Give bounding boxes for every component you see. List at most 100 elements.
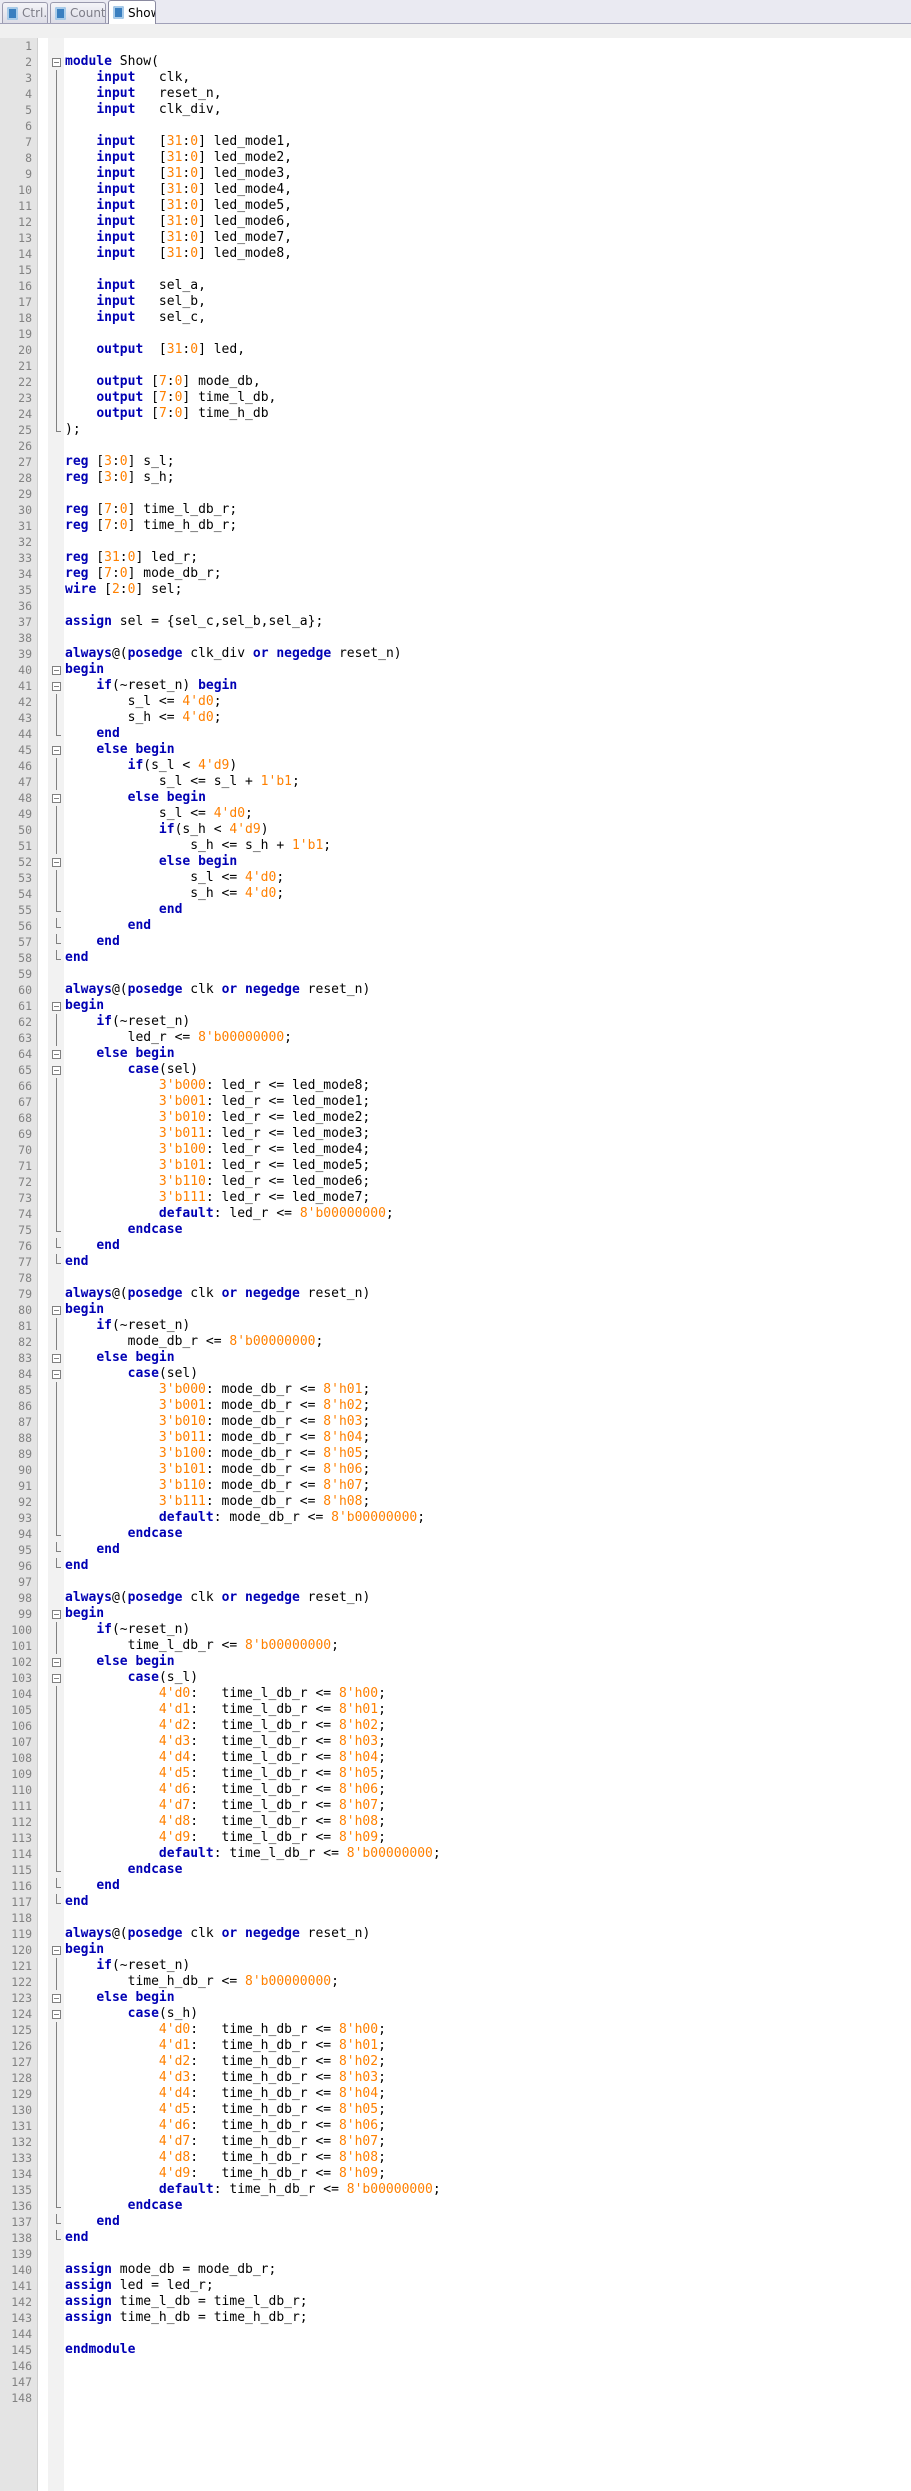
- code-text[interactable]: input [31:0] led_mode7,: [65, 230, 292, 246]
- code-line[interactable]: 67 3'b001: led_r <= led_mode1;: [0, 1094, 911, 1110]
- code-line[interactable]: 92 3'b111: mode_db_r <= 8'h08;: [0, 1494, 911, 1510]
- code-line[interactable]: 21: [0, 358, 911, 374]
- code-text[interactable]: always@(posedge clk or negedge reset_n): [65, 1590, 370, 1606]
- code-line[interactable]: 119 always@(posedge clk or negedge reset_…: [0, 1926, 911, 1942]
- code-line[interactable]: 7 input [31:0] led_mode1,: [0, 134, 911, 150]
- code-line[interactable]: 38: [0, 630, 911, 646]
- code-line[interactable]: 118: [0, 1910, 911, 1926]
- code-text[interactable]: begin: [65, 1606, 104, 1622]
- code-line[interactable]: 111 4'd7: time_l_db_r <= 8'h07;: [0, 1798, 911, 1814]
- code-line[interactable]: 87 3'b010: mode_db_r <= 8'h03;: [0, 1414, 911, 1430]
- code-line[interactable]: 79 always@(posedge clk or negedge reset_n…: [0, 1286, 911, 1302]
- code-line[interactable]: 41 if(~reset_n) begin: [0, 678, 911, 694]
- code-line[interactable]: 93 default: mode_db_r <= 8'b00000000;: [0, 1510, 911, 1526]
- code-text[interactable]: 4'd9: time_l_db_r <= 8'h09;: [65, 1830, 386, 1846]
- code-text[interactable]: time_l_db_r <= 8'b00000000;: [65, 1638, 339, 1654]
- code-line[interactable]: 62 if(~reset_n): [0, 1014, 911, 1030]
- code-line[interactable]: 31 reg [7:0] time_h_db_r;: [0, 518, 911, 534]
- fold-toggle-icon[interactable]: [48, 790, 64, 806]
- code-text[interactable]: input [31:0] led_mode2,: [65, 150, 292, 166]
- code-line[interactable]: 145 endmodule: [0, 2342, 911, 2358]
- code-line[interactable]: 69 3'b011: led_r <= led_mode3;: [0, 1126, 911, 1142]
- code-text[interactable]: reg [3:0] s_h;: [65, 470, 175, 486]
- code-text[interactable]: 3'b000: mode_db_r <= 8'h01;: [65, 1382, 370, 1398]
- code-line[interactable]: 61 begin: [0, 998, 911, 1014]
- code-line[interactable]: 89 3'b100: mode_db_r <= 8'h05;: [0, 1446, 911, 1462]
- fold-toggle-icon[interactable]: [48, 854, 64, 870]
- code-line[interactable]: 88 3'b011: mode_db_r <= 8'h04;: [0, 1430, 911, 1446]
- code-text[interactable]: output [7:0] mode_db,: [65, 374, 260, 390]
- code-text[interactable]: 4'd6: time_l_db_r <= 8'h06;: [65, 1782, 386, 1798]
- code-text[interactable]: assign sel = {sel_c,sel_b,sel_a};: [65, 614, 323, 630]
- code-line[interactable]: 85 3'b000: mode_db_r <= 8'h01;: [0, 1382, 911, 1398]
- code-line[interactable]: 52 else begin: [0, 854, 911, 870]
- code-text[interactable]: output [31:0] led,: [65, 342, 245, 358]
- code-line[interactable]: 30 reg [7:0] time_l_db_r;: [0, 502, 911, 518]
- fold-toggle-icon[interactable]: [48, 1990, 64, 2006]
- code-line[interactable]: 10 input [31:0] led_mode4,: [0, 182, 911, 198]
- code-text[interactable]: endcase: [65, 1862, 183, 1878]
- code-text[interactable]: s_l <= 4'd0;: [65, 870, 284, 886]
- fold-toggle-icon[interactable]: [48, 1062, 64, 1078]
- code-line[interactable]: 112 4'd8: time_l_db_r <= 8'h08;: [0, 1814, 911, 1830]
- code-text[interactable]: s_l <= 4'd0;: [65, 806, 253, 822]
- code-line[interactable]: 1: [0, 38, 911, 54]
- code-line[interactable]: 15: [0, 262, 911, 278]
- code-line[interactable]: 114 default: time_l_db_r <= 8'b00000000;: [0, 1846, 911, 1862]
- fold-toggle-icon[interactable]: [48, 1366, 64, 1382]
- code-text[interactable]: 3'b110: mode_db_r <= 8'h07;: [65, 1478, 370, 1494]
- code-text[interactable]: case(sel): [65, 1062, 198, 1078]
- code-line[interactable]: 50 if(s_h < 4'd9): [0, 822, 911, 838]
- code-text[interactable]: input [31:0] led_mode1,: [65, 134, 292, 150]
- code-line[interactable]: 132 4'd7: time_h_db_r <= 8'h07;: [0, 2134, 911, 2150]
- code-line[interactable]: 20 output [31:0] led,: [0, 342, 911, 358]
- code-line[interactable]: 27 reg [3:0] s_l;: [0, 454, 911, 470]
- code-text[interactable]: 3'b110: led_r <= led_mode6;: [65, 1174, 370, 1190]
- code-line[interactable]: 48 else begin: [0, 790, 911, 806]
- code-text[interactable]: end: [65, 2230, 88, 2246]
- code-line[interactable]: 72 3'b110: led_r <= led_mode6;: [0, 1174, 911, 1190]
- code-text[interactable]: always@(posedge clk or negedge reset_n): [65, 1926, 370, 1942]
- code-text[interactable]: end: [65, 902, 182, 918]
- code-text[interactable]: endmodule: [65, 2342, 135, 2358]
- tab-counter[interactable]: Counter.v ×: [50, 2, 106, 23]
- code-line[interactable]: 96 end: [0, 1558, 911, 1574]
- code-text[interactable]: default: time_h_db_r <= 8'b00000000;: [65, 2182, 441, 2198]
- code-line[interactable]: 59: [0, 966, 911, 982]
- code-line[interactable]: 76 end: [0, 1238, 911, 1254]
- code-text[interactable]: else begin: [65, 790, 206, 806]
- code-line[interactable]: 142 assign time_l_db = time_l_db_r;: [0, 2294, 911, 2310]
- code-line[interactable]: 94 endcase: [0, 1526, 911, 1542]
- code-line[interactable]: 17 input sel_b,: [0, 294, 911, 310]
- code-text[interactable]: 3'b011: mode_db_r <= 8'h04;: [65, 1430, 370, 1446]
- code-line[interactable]: 22 output [7:0] mode_db,: [0, 374, 911, 390]
- code-text[interactable]: case(sel): [65, 1366, 198, 1382]
- code-line[interactable]: 83 else begin: [0, 1350, 911, 1366]
- code-line[interactable]: 14 input [31:0] led_mode8,: [0, 246, 911, 262]
- code-line[interactable]: 49 s_l <= 4'd0;: [0, 806, 911, 822]
- code-text[interactable]: 3'b101: led_r <= led_mode5;: [65, 1158, 370, 1174]
- code-line[interactable]: 120 begin: [0, 1942, 911, 1958]
- code-line[interactable]: 77 end: [0, 1254, 911, 1270]
- code-line[interactable]: 125 4'd0: time_h_db_r <= 8'h00;: [0, 2022, 911, 2038]
- code-text[interactable]: input sel_c,: [65, 310, 206, 326]
- code-line[interactable]: 28 reg [3:0] s_h;: [0, 470, 911, 486]
- code-text[interactable]: 3'b111: led_r <= led_mode7;: [65, 1190, 370, 1206]
- code-line[interactable]: 2 module Show(: [0, 54, 911, 70]
- code-line[interactable]: 24 output [7:0] time_h_db: [0, 406, 911, 422]
- code-text[interactable]: begin: [65, 998, 104, 1014]
- code-line[interactable]: 130 4'd5: time_h_db_r <= 8'h05;: [0, 2102, 911, 2118]
- code-line[interactable]: 33 reg [31:0] led_r;: [0, 550, 911, 566]
- code-line[interactable]: 122 time_h_db_r <= 8'b00000000;: [0, 1974, 911, 1990]
- tab-ctrl[interactable]: Ctrl.v ×: [2, 2, 48, 23]
- code-line[interactable]: 105 4'd1: time_l_db_r <= 8'h01;: [0, 1702, 911, 1718]
- code-text[interactable]: input [31:0] led_mode5,: [65, 198, 292, 214]
- fold-toggle-icon[interactable]: [48, 2006, 64, 2022]
- code-line[interactable]: 110 4'd6: time_l_db_r <= 8'h06;: [0, 1782, 911, 1798]
- code-text[interactable]: begin: [65, 1942, 104, 1958]
- code-text[interactable]: assign time_l_db = time_l_db_r;: [65, 2294, 308, 2310]
- code-text[interactable]: end: [65, 1542, 119, 1558]
- code-line[interactable]: 80 begin: [0, 1302, 911, 1318]
- code-text[interactable]: wire [2:0] sel;: [65, 582, 182, 598]
- code-text[interactable]: case(s_h): [65, 2006, 198, 2022]
